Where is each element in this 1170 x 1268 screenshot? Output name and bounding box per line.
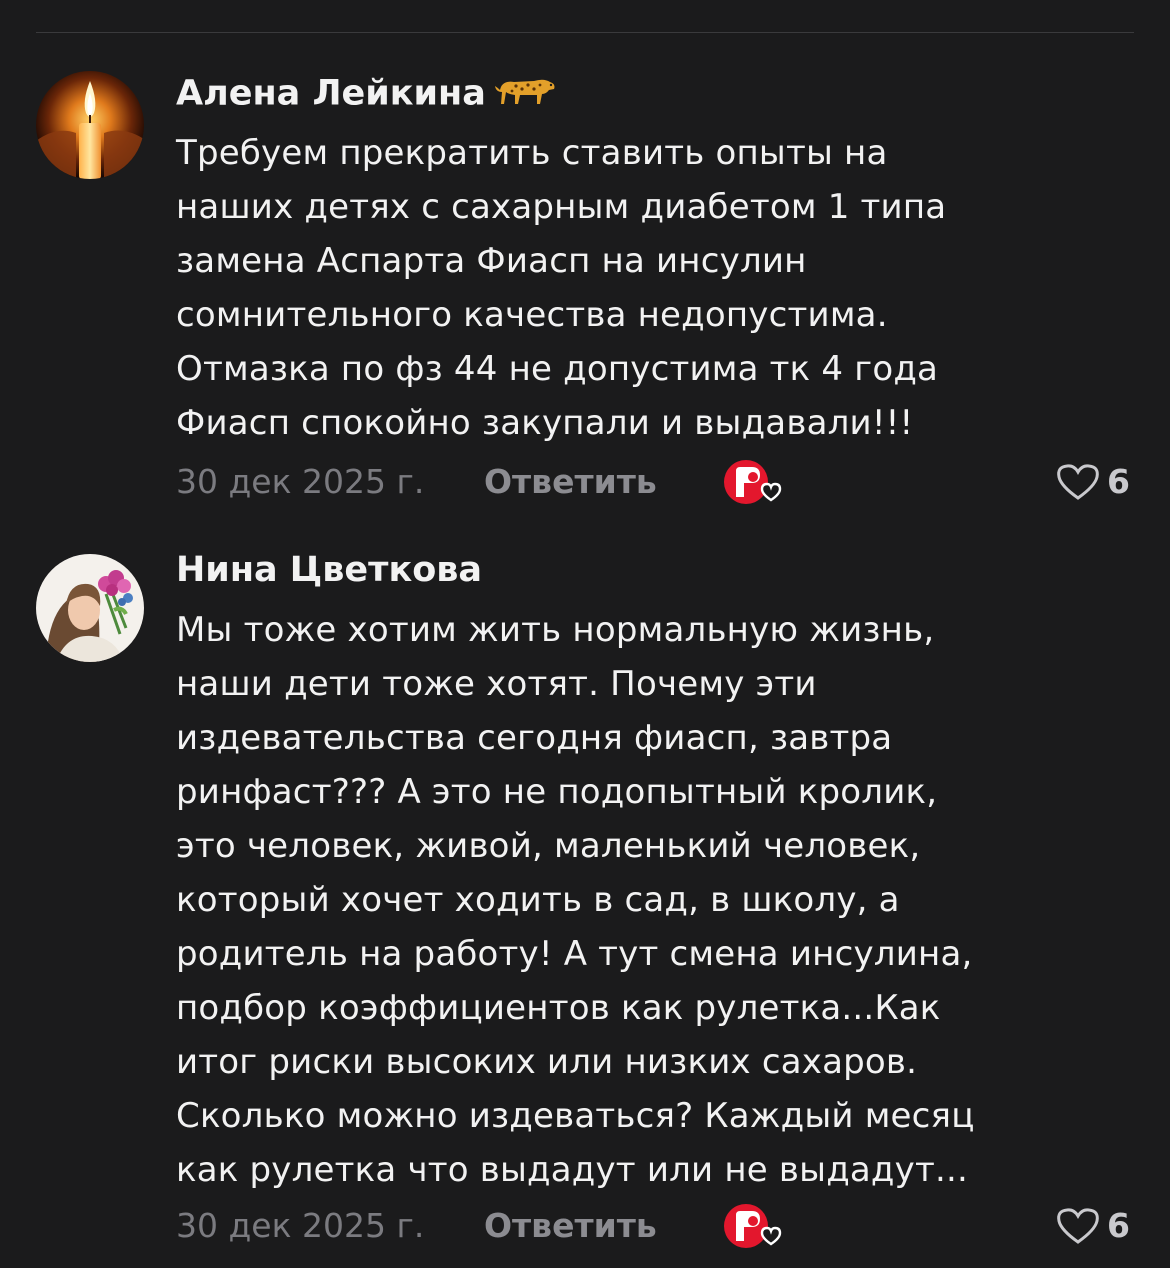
reply-button[interactable]: Ответить (484, 1204, 657, 1248)
woman-with-flowers-icon (36, 554, 144, 662)
comment-line: сомнительного качества недопустима. (176, 295, 888, 335)
avatar[interactable] (36, 554, 144, 662)
comment-line: который хочет ходить в сад, в школу, а (176, 880, 900, 920)
comment-line: замена Аспарта Фиасп на инсулин (176, 241, 807, 281)
author-name: Алена Лейкина (176, 73, 486, 114)
comment-line: Требуем прекратить ставить опыты на (176, 133, 888, 173)
like-count: 6 (1107, 462, 1130, 501)
comment-line: Мы тоже хотим жить нормальную жизнь, (176, 610, 935, 650)
avatar[interactable] (36, 71, 144, 179)
comment-line: как рулетка что выдадут или не выдадут..… (176, 1150, 968, 1190)
heart-icon (1057, 1208, 1099, 1244)
comment-author[interactable]: Алена Лейкина (176, 70, 558, 119)
comment-author[interactable]: Нина Цветкова (176, 550, 482, 590)
like-count: 6 (1107, 1206, 1130, 1245)
top-divider (36, 32, 1134, 33)
reaction-badge-icon[interactable] (722, 1201, 792, 1251)
comment-text: Требуем прекратить ставить опыты на наши… (176, 126, 1136, 450)
comment-text: Мы тоже хотим жить нормальную жизнь, наш… (176, 603, 1136, 1197)
author-name: Нина Цветкова (176, 550, 483, 590)
comment-line: ринфаст??? А это не подопытный кролик, (176, 772, 938, 812)
comment-line: Отмазка по фз 44 не допустима тк 4 года (176, 349, 939, 389)
reaction-badge-icon[interactable] (722, 457, 792, 507)
comment-date: 30 дек 2025 г. (176, 462, 425, 501)
heart-icon (1057, 464, 1099, 500)
comment-line: Сколько можно издеваться? Каждый месяц (176, 1096, 975, 1136)
comment-line: родитель на работу! А тут смена инсулина… (176, 934, 973, 974)
comment-line: итог риски высоких или низких сахаров. (176, 1042, 918, 1082)
comment-date: 30 дек 2025 г. (176, 1206, 425, 1245)
comment-line: подбор коэффициентов как рулетка...Как (176, 988, 941, 1028)
candle-icon (36, 71, 144, 179)
reply-button[interactable]: Ответить (484, 460, 657, 504)
comment-line: это человек, живой, маленький человек, (176, 826, 921, 866)
comment-line: Фиасп спокойно закупали и выдавали!!! (176, 403, 914, 443)
like-button[interactable]: 6 (1055, 1204, 1130, 1248)
like-button[interactable]: 6 (1055, 460, 1130, 504)
comment-line: издевательства сегодня фиасп, завтра (176, 718, 893, 758)
comment-line: наши дети тоже хотят. Почему эти (176, 664, 817, 704)
comment-meta: 30 дек 2025 г. Ответить 6 (176, 460, 1130, 504)
leopard-icon (494, 70, 558, 119)
comment-meta: 30 дек 2025 г. Ответить 6 (176, 1204, 1130, 1248)
comment-line: наших детях с сахарным диабетом 1 типа (176, 187, 947, 227)
